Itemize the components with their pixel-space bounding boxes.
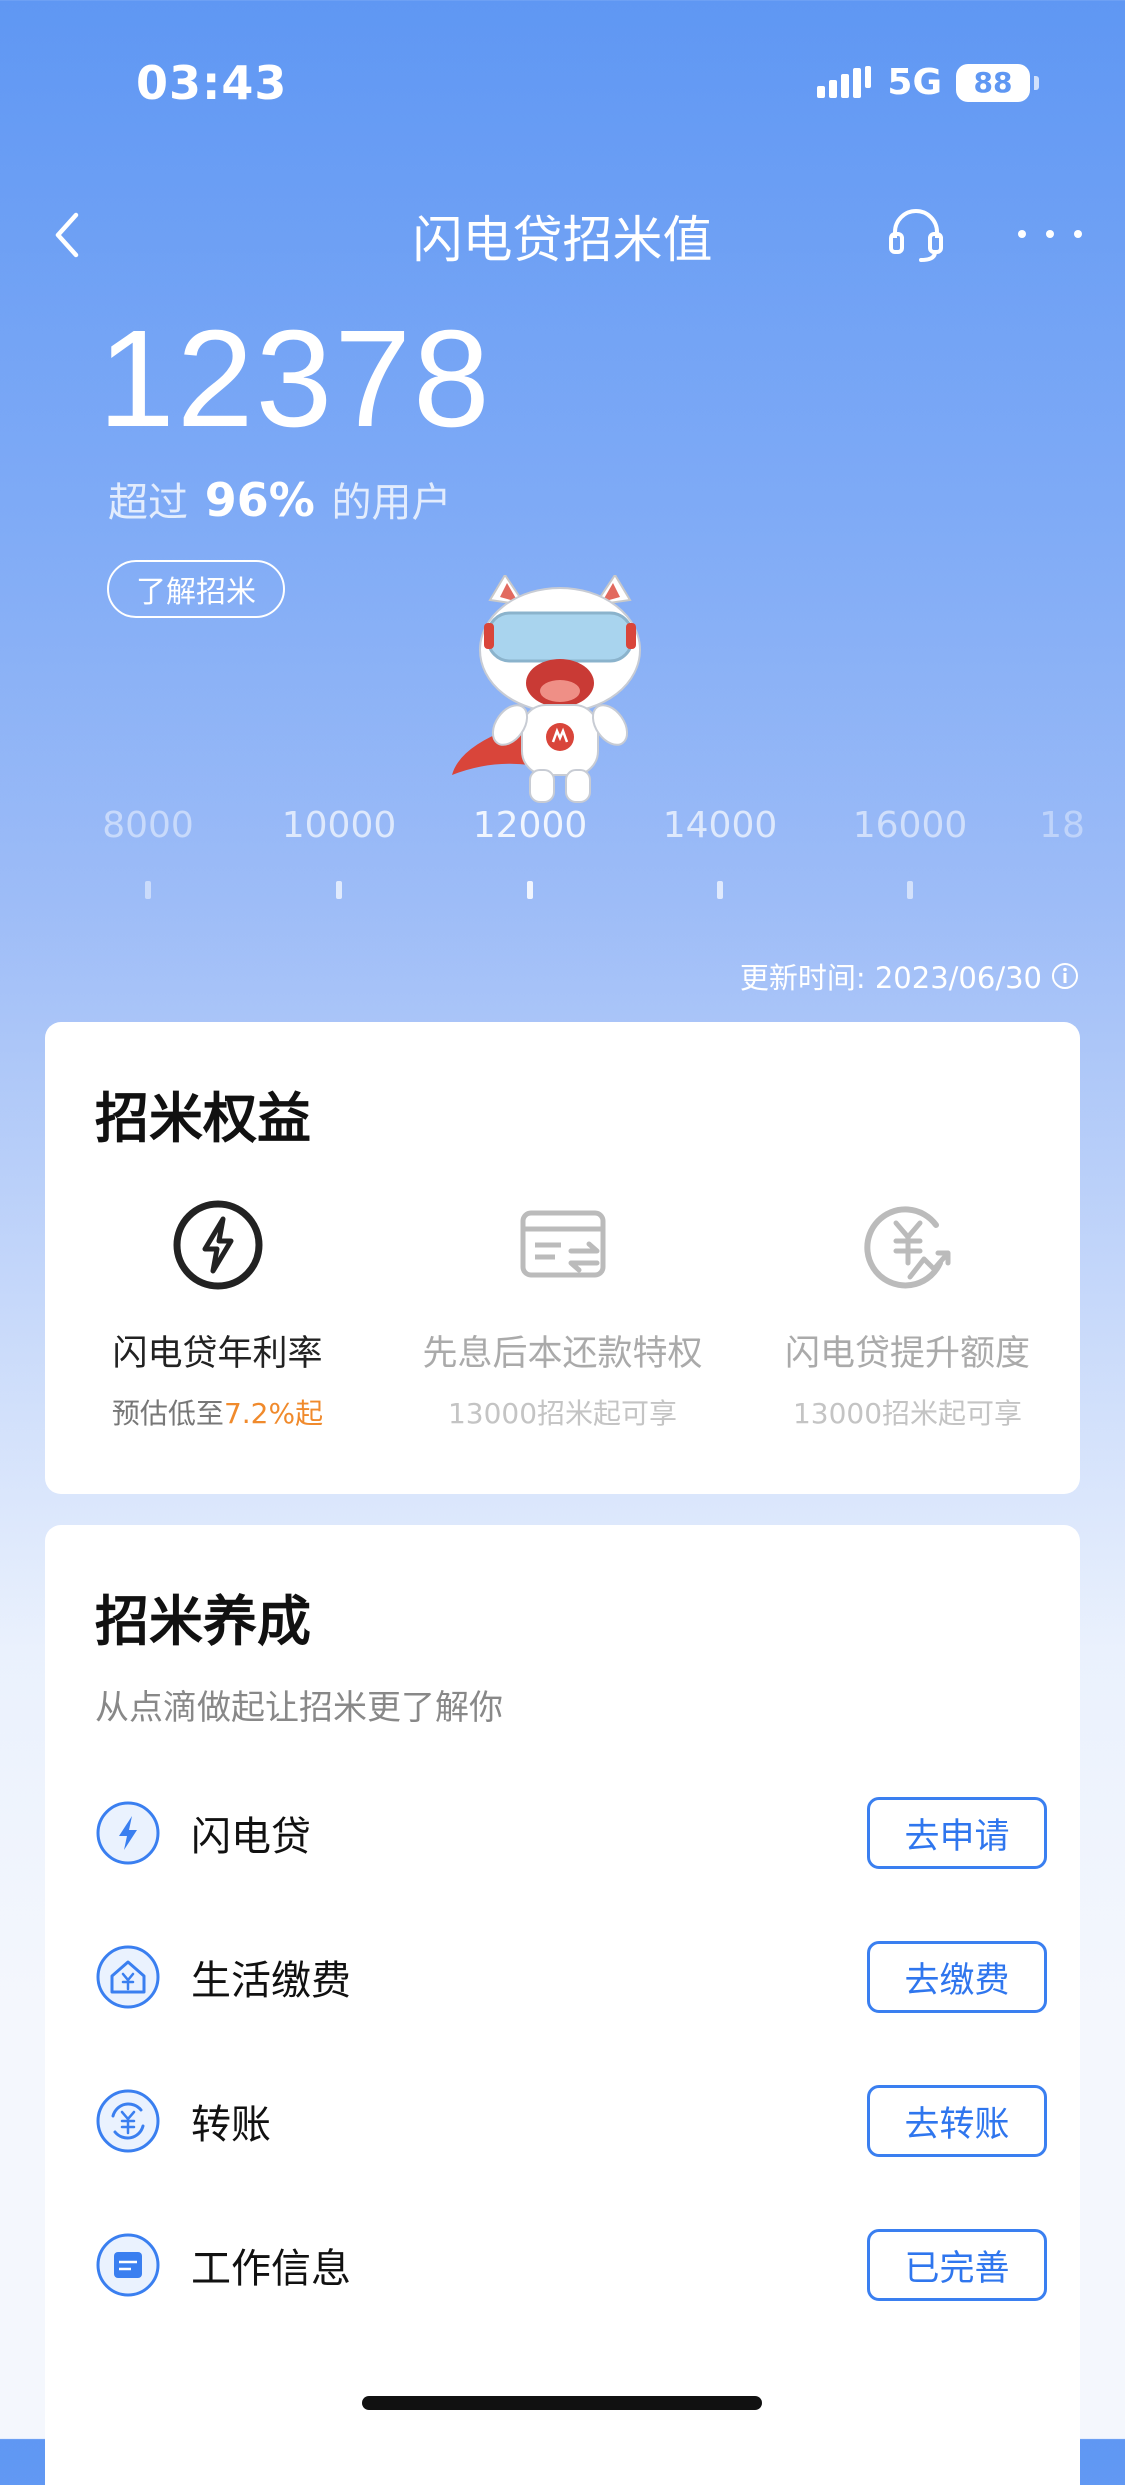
page-title: 闪电贷招米值 [412,211,713,269]
task-item: 闪电贷 去申请 [95,1793,1047,1873]
task-label: 工作信息 [191,2246,351,2292]
benefit-sub: 13000招米起可享 [447,1397,678,1430]
completed-button[interactable]: 已完善 [867,2229,1047,2301]
lightning-icon [96,1801,160,1865]
status-time: 03:43 [136,56,288,110]
nurture-subtitle: 从点滴做起让招米更了解你 [95,1688,503,1728]
benefit-name: 闪电贷提升额度 [784,1334,1030,1374]
score-percentile: 超过 96% 的用户 [108,470,452,528]
benefit-item[interactable]: 闪电贷年利率 预估低至7.2%起 [45,1197,390,1432]
scale-label: 16000 [852,805,968,846]
transfer-button[interactable]: 去转账 [867,2085,1047,2157]
scale-label: 18 [1039,805,1085,846]
signal-icon [817,65,872,98]
lightning-circle-icon [173,1200,262,1290]
benefit-sub-prefix: 预估低至 [111,1397,224,1430]
scale-label: 10000 [281,805,397,846]
task-item: 转账 去转账 [95,2081,1047,2161]
benefit-name: 先息后本还款特权 [422,1334,703,1374]
percentile-suffix: 的用户 [331,480,452,526]
nurture-card: 招米养成 从点滴做起让招米更了解你 闪电贷 去申请 生活缴费 去缴费 转账 去转… [45,1525,1080,2485]
scale-label: 12000 [472,805,588,846]
benefit-item[interactable]: 先息后本还款特权 13000招米起可享 [390,1197,735,1432]
transfer-yuan-icon [96,2089,160,2153]
scale-label: 14000 [662,805,778,846]
scale-tick [717,881,723,899]
scale-tick [145,881,151,899]
benefits-title: 招米权益 [95,1087,311,1150]
benefit-sub: 预估低至7.2%起 [45,1392,390,1432]
info-icon[interactable] [1050,961,1080,991]
task-label: 转账 [191,2102,271,2148]
nurture-title: 招米养成 [95,1590,311,1653]
task-label: 生活缴费 [191,1958,351,2004]
more-icon[interactable] [1010,210,1090,250]
benefit-sub: 13000招米起可享 [792,1397,1023,1430]
house-yuan-icon [96,1945,160,2009]
learn-more-button[interactable]: 了解招米 [107,560,285,618]
network-type: 5G [887,62,942,103]
pay-bills-button[interactable]: 去缴费 [867,1941,1047,2013]
scale-tick [336,881,342,899]
yuan-upgrade-icon [863,1206,950,1289]
benefit-item[interactable]: 闪电贷提升额度 13000招米起可享 [735,1197,1080,1432]
scale-tick [527,881,533,899]
document-icon [96,2233,160,2297]
score-scale: 8000 10000 12000 14000 16000 18 [0,805,1125,905]
score-value: 12378 [98,302,492,456]
benefit-sub-highlight: 7.2%起 [223,1397,324,1430]
card-exchange-icon [520,1210,605,1278]
task-item: 生活缴费 去缴费 [95,1937,1047,2017]
update-time-text: 更新时间: 2023/06/30 [739,961,1042,995]
mascot-icon [452,575,641,803]
benefits-card: 招米权益 闪电贷年利率 预估低至7.2%起 先息后本还款特权 13000招米起可… [45,1022,1080,1494]
percentile-prefix: 超过 [108,480,188,526]
scale-label: 8000 [102,805,194,846]
battery-icon: 88 [956,63,1039,102]
home-indicator[interactable] [362,2396,762,2410]
scale-tick [907,881,913,899]
status-indicators: 5G 88 [817,62,1039,103]
battery-level: 88 [973,66,1013,99]
apply-button[interactable]: 去申请 [867,1797,1047,1869]
benefit-name: 闪电贷年利率 [112,1334,323,1374]
percentile-value: 96% [204,473,315,527]
update-time: 更新时间: 2023/06/30 [740,955,1080,997]
customer-service-icon[interactable] [885,202,947,264]
task-item: 工作信息 已完善 [95,2225,1047,2305]
task-label: 闪电贷 [191,1814,311,1860]
